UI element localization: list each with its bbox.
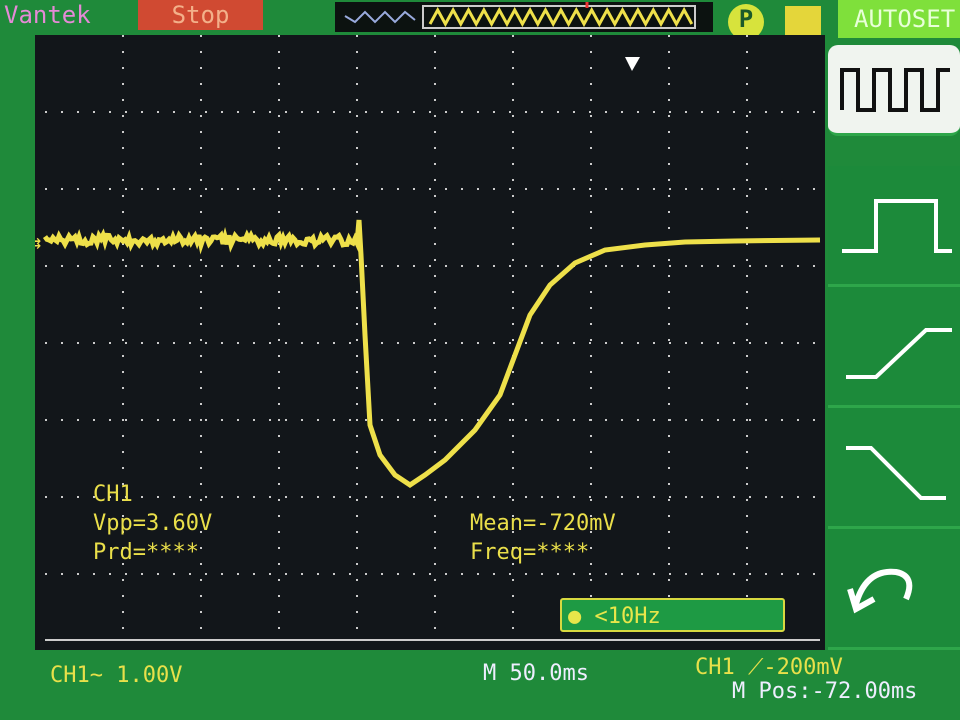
menu-single-pulse-button[interactable] [828,166,960,287]
trigger-position-icon [625,57,640,71]
status-bar: CH1~ 1.00V M 50.0ms CH1 ⟋-200mV M Pos:-7… [35,655,935,720]
timebase: M 50.0ms [483,661,589,686]
measure-prd: Prd=**** [93,538,212,567]
ch1-waveform-trace [45,220,820,485]
ch1-scale: CH1~ 1.00V [50,663,182,688]
square-wave-icon [836,60,952,120]
oscilloscope-display: Vantek Stop P AUTOSET ⇉ CH1 Vpp=3.60V Pr… [0,0,960,720]
measure-mean: Mean=-720mV [470,509,616,538]
rising-edge-icon [836,302,952,392]
autoset-button[interactable]: AUTOSET [838,0,960,38]
menu-rising-edge-button[interactable] [828,287,960,408]
memory-position-bar [335,2,713,32]
frequency-counter: ● <10Hz [560,598,785,632]
menu-falling-edge-button[interactable] [828,408,960,529]
brand-logo: Vantek [0,0,129,30]
run-stop-indicator[interactable]: Stop [138,0,263,30]
ch1-measurements-right: Mean=-720mV Freq=**** [470,509,616,567]
measure-freq: Freq=**** [470,538,616,567]
frequency-value: <10Hz [595,604,661,629]
memory-position: M Pos:-72.00ms [732,679,917,704]
ch1-ground-marker: ⇉ [35,230,41,254]
trigger-level: CH1 ⟋-200mV [695,655,843,680]
single-pulse-icon [836,181,952,271]
menu-back-button[interactable] [828,529,960,650]
memory-waveform-icon [335,2,713,32]
ch1-measurements: CH1 Vpp=3.60V Prd=**** [93,480,212,567]
measure-vpp: Vpp=3.60V [93,509,212,538]
falling-edge-icon [836,423,952,513]
counter-icon: ● [568,604,581,629]
undo-icon [836,544,952,634]
menu-square-wave-button[interactable] [828,45,960,136]
autoset-menu [828,45,960,650]
measure-channel: CH1 [93,480,212,509]
